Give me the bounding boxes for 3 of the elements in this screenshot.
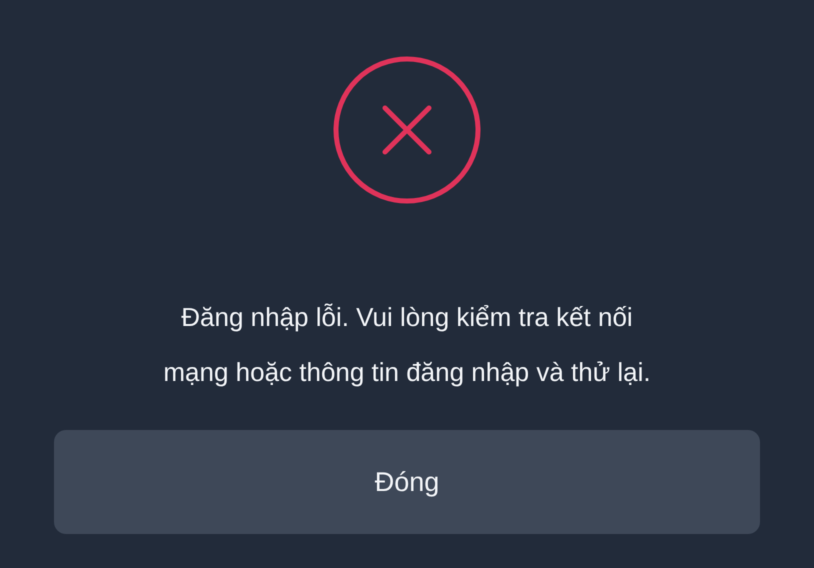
- error-message: Đăng nhập lỗi. Vui lòng kiểm tra kết nối mạng hoặc thông tin đăng nhập và thử lại.: [162, 301, 652, 389]
- close-button[interactable]: Đóng: [54, 430, 760, 534]
- error-icon: [332, 55, 482, 205]
